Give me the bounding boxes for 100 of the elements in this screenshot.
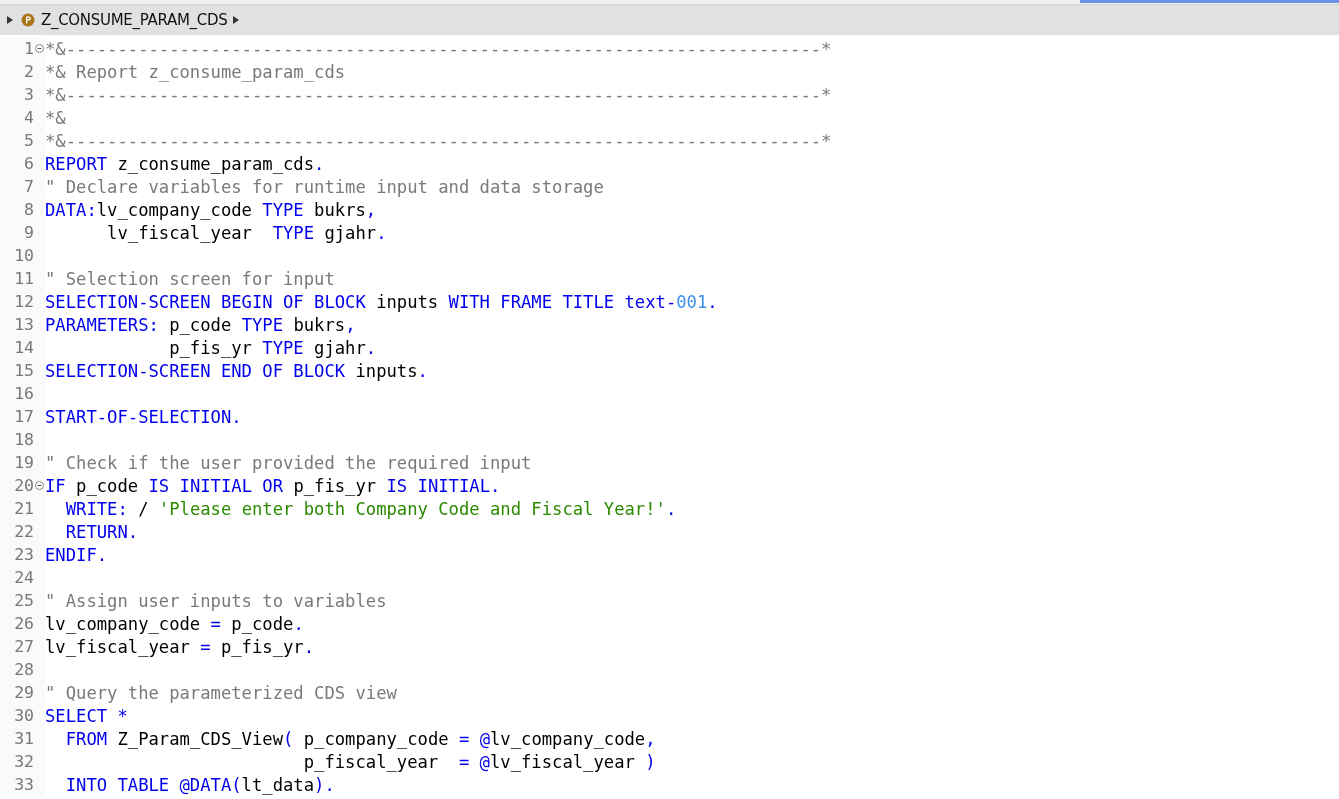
keyword-text: . [365, 337, 377, 358]
collapse-icon[interactable] [35, 44, 44, 53]
line-number: 10 [13, 246, 34, 265]
line-number: 20 [13, 476, 34, 495]
code-text: lt_data [241, 774, 315, 795]
code-text: bukrs [292, 314, 346, 335]
keyword-text: TYPE [262, 199, 304, 220]
line-number: 28 [13, 660, 34, 679]
line-number: 32 [13, 752, 34, 771]
code-text: lv_fiscal_year [45, 636, 191, 657]
line-number: 27 [13, 637, 34, 656]
comment-text: " Query the parameterized CDS view [45, 682, 397, 703]
comment-text: " Assign user inputs to variables [45, 590, 387, 611]
line-number: 26 [13, 614, 34, 633]
comment-text: " Check if the user provided the required input [45, 452, 532, 473]
comment-text: " Selection screen for input [45, 268, 335, 289]
line-number: 2 [23, 62, 34, 81]
keyword-text: WITH FRAME TITLE text- [448, 291, 677, 312]
code-text: inputs [354, 360, 418, 381]
keyword-text: DATA: [45, 199, 97, 220]
keyword-text: SELECTION-SCREEN END OF BLOCK [45, 360, 346, 381]
keyword-text: , [365, 199, 377, 220]
keyword-text: = [200, 636, 211, 657]
line-number: 25 [13, 591, 34, 610]
line-number: 13 [13, 315, 34, 334]
keyword-text: . [303, 636, 315, 657]
comment-text: *&-------------------------------------------------------------------------* [45, 84, 832, 105]
line-number: 16 [13, 384, 34, 403]
keyword-text: . [707, 291, 718, 312]
code-text: p_code [168, 314, 233, 335]
keyword-text: TYPE [262, 337, 304, 358]
line-number: 15 [13, 361, 34, 380]
keyword-text: RETURN. [64, 521, 139, 542]
code-text: lv_fiscal_year [106, 222, 253, 243]
code-text: gjahr [313, 337, 366, 358]
line-number: 24 [13, 568, 34, 587]
comment-text: *& [45, 107, 66, 128]
string-literal: 'Please enter both Company Code and Fiscal Year!' [158, 498, 666, 519]
code-text: p_company_code [302, 728, 450, 749]
code-text: inputs [375, 291, 440, 312]
line-number: 21 [13, 499, 34, 518]
keyword-text: INTO TABLE @DATA( [64, 774, 242, 795]
code-text: p_fis_yr [219, 636, 304, 657]
keyword-text: TYPE [272, 222, 315, 243]
line-number: 8 [23, 200, 34, 219]
keyword-text: . [376, 222, 387, 243]
line-number: 5 [23, 131, 34, 150]
keyword-text: IS INITIAL OR [148, 475, 284, 496]
keyword-text: ( [283, 728, 294, 749]
keyword-text: PARAMETERS: [45, 314, 159, 335]
keyword-text: , [645, 728, 656, 749]
line-number: 22 [13, 522, 34, 541]
line-number: 11 [13, 269, 34, 288]
code-text: z_consume_param_cds [116, 153, 315, 174]
line-number: 18 [13, 430, 34, 449]
code-text: p_fis_yr [292, 475, 378, 496]
line-number: 9 [23, 223, 34, 242]
line-number: 1 [23, 39, 34, 58]
code-text: lv_fiscal_year [489, 751, 636, 772]
keyword-text: IS INITIAL. [386, 475, 501, 496]
line-number: 33 [13, 775, 34, 794]
keyword-text: . [314, 153, 325, 174]
expand-arrow-icon[interactable] [7, 16, 13, 24]
code-text: p_code [75, 475, 140, 496]
keyword-text: ENDIF. [45, 544, 108, 565]
comment-text: " Declare variables for runtime input and data storage [45, 176, 604, 197]
code-text: / [137, 498, 150, 519]
line-number: 7 [23, 177, 34, 196]
line-number: 19 [13, 453, 34, 472]
line-number: 23 [13, 545, 34, 564]
collapse-icon[interactable] [35, 481, 44, 490]
number-literal: 001 [676, 291, 708, 312]
line-number: 14 [13, 338, 34, 357]
keyword-text: = @ [458, 728, 490, 749]
code-text: p_fis_yr [168, 337, 253, 358]
keyword-text: TYPE [241, 314, 284, 335]
keyword-text: IF [45, 475, 66, 496]
keyword-text: SELECT * [45, 705, 128, 726]
code-text: lv_company_code [96, 199, 253, 220]
keyword-text: ) [645, 751, 656, 772]
line-number: 17 [13, 407, 34, 426]
keyword-text: . [293, 613, 304, 634]
line-number: 29 [13, 683, 34, 702]
line-number: 31 [13, 729, 34, 748]
keyword-text: . [417, 360, 428, 381]
keyword-text: SELECTION-SCREEN BEGIN OF BLOCK [45, 291, 366, 312]
program-icon [21, 13, 35, 27]
code-text: lv_company_code [45, 613, 202, 634]
line-number: 3 [23, 85, 34, 104]
keyword-text: WRITE: [64, 498, 128, 519]
code-text: bukrs [313, 199, 366, 220]
keyword-text: . [665, 498, 677, 519]
code-text: lv_company_code [490, 728, 646, 749]
breadcrumb-title[interactable]: Z_CONSUME_PARAM_CDS [41, 11, 228, 29]
expand-arrow-icon[interactable] [233, 16, 240, 24]
keyword-text: = [210, 613, 221, 634]
line-number: 6 [23, 154, 34, 173]
keyword-text: , [345, 314, 356, 335]
keyword-text: START-OF-SELECTION. [45, 406, 242, 427]
comment-text: *&-------------------------------------------------------------------------* [45, 38, 832, 59]
